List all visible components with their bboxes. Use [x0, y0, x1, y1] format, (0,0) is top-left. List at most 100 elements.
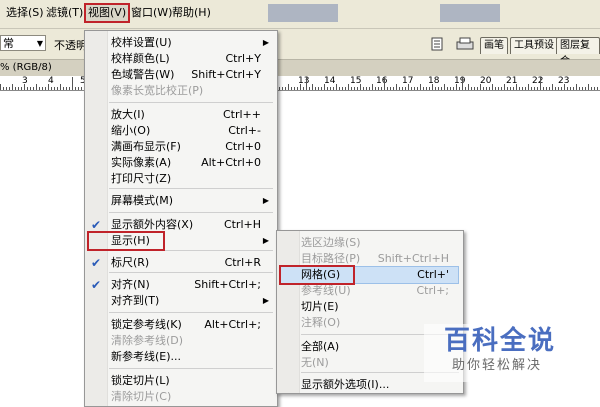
view-menu-item[interactable]: 满画布显示(F) Ctrl+0	[85, 139, 275, 155]
ruler-tick	[369, 87, 370, 90]
view-menu-item-label: 校样颜色(L)	[111, 52, 170, 65]
view-menu-item[interactable]: 校样颜色(L) Ctrl+Y	[85, 51, 275, 67]
view-menu-item[interactable]: 屏幕模式(M) ▶	[85, 193, 275, 209]
view-menu-item[interactable]: 实际像素(A) Alt+Ctrl+0	[85, 155, 275, 171]
ruler-tick	[21, 87, 22, 90]
view-menu-item[interactable]: 像素长宽比校正(P)	[85, 83, 275, 99]
view-menu-item-label: 像素长宽比校正(P)	[111, 84, 204, 97]
ruler-tick	[438, 87, 439, 90]
checkmark-icon: ✔	[91, 256, 102, 270]
ruler-tick	[63, 87, 64, 90]
palette-tab-brushes[interactable]: 画笔	[480, 37, 508, 54]
ruler-tick	[462, 77, 463, 90]
ruler-tick	[498, 87, 499, 90]
view-menu-item-shortcut: Ctrl+R	[224, 256, 261, 269]
ruler-tick	[318, 87, 319, 90]
ruler-tick	[324, 84, 325, 90]
ruler-tick	[432, 84, 433, 90]
submenu-arrow-icon: ▶	[262, 38, 269, 47]
view-menu-item[interactable]: 对齐到(T) ▶	[85, 293, 275, 309]
ruler-tick	[561, 87, 562, 90]
blend-mode-select[interactable]: 常 ▼	[0, 35, 46, 51]
view-menu-item[interactable]: 校样设置(U) ▶	[85, 35, 275, 51]
view-menu-item-label: 实际像素(A)	[111, 156, 172, 169]
ruler-tick	[306, 77, 307, 90]
watermark-sub-text: 助你轻松解决	[452, 358, 543, 373]
view-menu-item-label: 屏幕模式(M)	[111, 194, 174, 207]
ruler-tick	[486, 87, 487, 90]
ruler-tick	[441, 87, 442, 90]
ruler-tick	[474, 87, 475, 90]
ruler-tick	[516, 84, 517, 90]
palette-tab-tool-presets[interactable]: 工具预设	[510, 37, 558, 54]
ruler-tick	[543, 87, 544, 90]
view-menu-item[interactable]: 清除切片(C)	[85, 389, 275, 405]
show-submenu-item-shortcut: Ctrl+'	[417, 268, 449, 281]
menu-help[interactable]: 帮助(H)	[172, 6, 211, 20]
ruler-tick	[282, 87, 283, 90]
ruler-tick	[375, 87, 376, 90]
ruler-tick	[558, 87, 559, 90]
show-submenu-item-shortcut: Ctrl+;	[416, 284, 450, 297]
view-menu-item[interactable]: 打印尺寸(Z)	[85, 171, 275, 187]
ruler-tick	[591, 87, 592, 90]
ruler-tick	[525, 87, 526, 90]
ruler-tick	[522, 87, 523, 90]
ruler-tick	[402, 87, 403, 90]
ruler-tick	[552, 84, 553, 90]
ruler-tick	[534, 87, 535, 90]
ruler-tick	[0, 84, 1, 90]
ruler-tick	[489, 87, 490, 90]
ruler-tick	[336, 84, 337, 90]
view-menu-item[interactable]: 缩小(O) Ctrl+-	[85, 123, 275, 139]
menu-filter[interactable]: 滤镜(T)	[46, 6, 83, 20]
show-submenu-item-label: 选区边缘(S)	[301, 236, 361, 249]
ruler-tick	[549, 87, 550, 90]
show-submenu-item[interactable]: 参考线(U) Ctrl+;	[277, 283, 461, 299]
ruler-tick	[33, 87, 34, 90]
ruler-tick	[420, 84, 421, 90]
printer-icon[interactable]	[456, 37, 474, 51]
ruler-tick	[465, 87, 466, 90]
ruler-tick	[48, 84, 49, 90]
ruler-tick	[495, 87, 496, 90]
view-menu-item[interactable]: ✔ 标尺(R) Ctrl+R	[85, 255, 275, 271]
show-submenu-item[interactable]: 选区边缘(S)	[277, 235, 461, 251]
show-submenu-item-label: 全部(A)	[301, 340, 340, 353]
ruler-tick	[288, 84, 289, 90]
view-menu-item-label: 标尺(R)	[111, 256, 150, 269]
menu-window[interactable]: 窗口(W)	[131, 6, 172, 20]
view-menu-item[interactable]: 清除参考线(D)	[85, 333, 275, 349]
menu-separator	[109, 272, 273, 273]
ruler-tick	[453, 87, 454, 90]
show-submenu-item[interactable]: 切片(E)	[277, 299, 461, 315]
view-menu-item-shortcut: Ctrl+H	[223, 218, 261, 231]
ruler-tick	[339, 87, 340, 90]
view-menu-item-shortcut: Shift+Ctrl+;	[194, 278, 261, 291]
menu-select[interactable]: 选择(S)	[6, 6, 44, 20]
ruler-tick	[60, 84, 61, 90]
blend-mode-value: 常	[3, 37, 14, 50]
ruler-tick	[426, 87, 427, 90]
ruler-tick	[315, 87, 316, 90]
menu-view[interactable]: 视图(V)	[84, 3, 131, 23]
ruler-tick	[72, 77, 73, 90]
view-menu-item-label: 对齐(N)	[111, 278, 150, 291]
view-menu-item[interactable]: 锁定参考线(K) Alt+Ctrl+;	[85, 317, 275, 333]
palette-tab-layer-comps[interactable]: 图层复合	[556, 37, 600, 67]
ruler-tick	[597, 87, 598, 90]
view-menu-item[interactable]: 新参考线(E)...	[85, 349, 275, 365]
document-icon[interactable]	[430, 37, 444, 51]
show-submenu-item-label: 无(N)	[301, 356, 329, 369]
view-menu: 校样设置(U) ▶ 校样颜色(L) Ctrl+Y 色域警告(W) Shift+Ctrl+Y…	[84, 30, 278, 407]
ruler-tick	[381, 87, 382, 90]
view-menu-item[interactable]: ✔ 对齐(N) Shift+Ctrl+;	[85, 277, 275, 293]
ruler-tick	[18, 87, 19, 90]
ruler-tick	[546, 87, 547, 90]
view-menu-item[interactable]: 放大(I) Ctrl++	[85, 107, 275, 123]
view-menu-item[interactable]: 色域警告(W) Shift+Ctrl+Y	[85, 67, 275, 83]
ruler-tick	[519, 87, 520, 90]
view-menu-item[interactable]: 锁定切片(L)	[85, 373, 275, 389]
ruler-tick	[531, 87, 532, 90]
show-submenu-item-label: 参考线(U)	[301, 284, 351, 297]
